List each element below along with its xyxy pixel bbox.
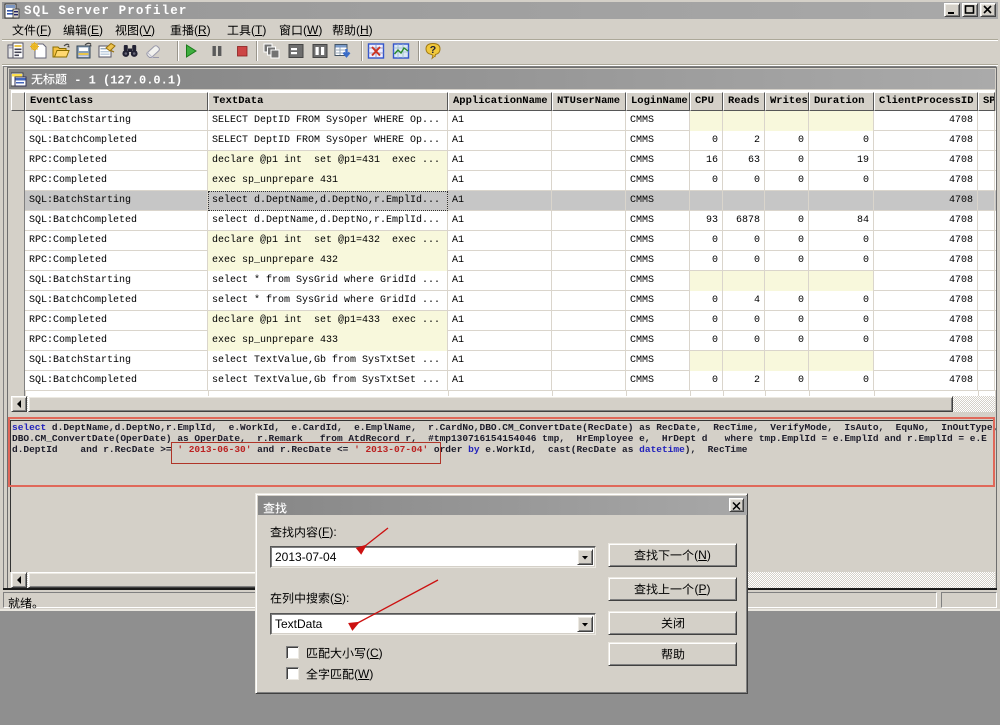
svg-text:?: ?: [430, 44, 436, 56]
